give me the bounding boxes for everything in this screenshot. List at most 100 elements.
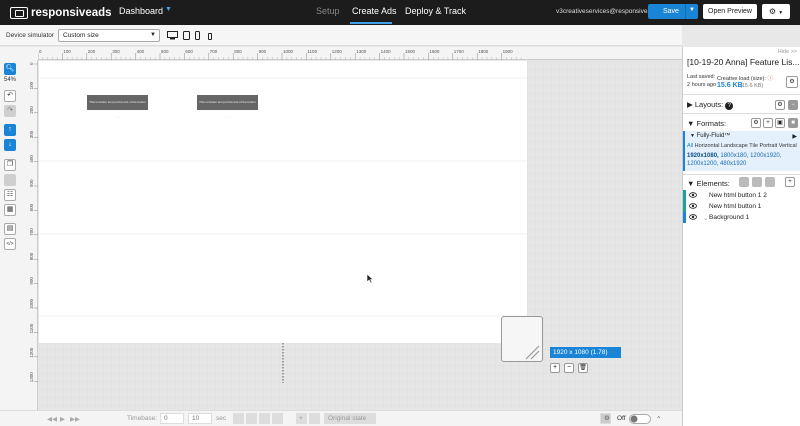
delete-element-button[interactable] xyxy=(765,177,775,187)
format-size-active[interactable]: 1920x1080, xyxy=(687,153,719,159)
timeline-settings-button[interactable]: ⚙ xyxy=(600,413,611,424)
keyframe-button[interactable] xyxy=(246,413,257,424)
layers-button[interactable]: ▤ xyxy=(4,223,16,235)
html-button-element[interactable]: This is button text put the text of the … xyxy=(87,95,148,119)
format-tab-others[interactable]: Horizontal Landscape Tile Portrait Verti… xyxy=(695,143,797,149)
folder-elements-button[interactable] xyxy=(752,177,762,187)
add-element-button[interactable]: + xyxy=(785,177,795,187)
save-icon: ▣ xyxy=(777,120,783,126)
add-format-button[interactable]: + xyxy=(763,118,773,128)
save-format-button[interactable]: ▣ xyxy=(775,118,785,128)
elements-header[interactable]: ▼ Elements: xyxy=(687,179,730,188)
info-icon[interactable]: ⓘ xyxy=(767,76,773,82)
move-up-button[interactable]: ↑ xyxy=(4,124,16,136)
play-icon[interactable]: ▶ xyxy=(60,415,65,423)
ruler-tick-label: 0 xyxy=(39,49,42,54)
settings-gear-button[interactable]: ⚙ ▼ xyxy=(762,4,790,19)
paste-button[interactable] xyxy=(4,174,16,186)
hierarchy-button[interactable]: ☷ xyxy=(4,189,16,201)
ruler-tick-label: 400 xyxy=(30,155,34,163)
device-size-value: Custom size xyxy=(63,32,99,39)
skip-forward-icon[interactable]: ▶▶ xyxy=(70,415,80,423)
layouts-collapse-button[interactable]: − xyxy=(788,100,798,110)
element-expand-icon[interactable]: ⌄ xyxy=(703,214,708,222)
ruler-tick-label: 700 xyxy=(210,49,218,54)
device-simulator-label: Device simulator xyxy=(6,32,55,39)
dashboard-menu[interactable]: Dashboard xyxy=(119,6,163,16)
dashboard-caret-icon[interactable]: ▼ xyxy=(165,6,172,13)
format-name: ▼ Fully-Fluid™ xyxy=(690,133,730,139)
mobile-small-icon[interactable] xyxy=(208,33,212,40)
undo-button[interactable]: ↶ xyxy=(4,90,16,102)
copy-button[interactable]: ❐ xyxy=(4,159,16,171)
html-button-element[interactable]: This is button text put the text of the … xyxy=(197,95,258,119)
eye-icon[interactable] xyxy=(689,214,697,220)
desktop-icon[interactable] xyxy=(167,31,178,40)
arrow-up-icon: ↑ xyxy=(8,126,12,133)
tab-deploy-track[interactable]: Deploy & Track xyxy=(405,6,466,16)
help-icon[interactable]: ? xyxy=(725,102,734,110)
code-button[interactable]: </> xyxy=(4,238,16,250)
design-canvas[interactable]: This is button text put the text of the … xyxy=(39,61,682,410)
timeline-toggle-switch[interactable] xyxy=(629,414,651,424)
keyframe-button[interactable] xyxy=(233,413,244,424)
ruler-tick-label: 300 xyxy=(112,49,120,54)
delete-format-button[interactable]: ■ xyxy=(788,118,798,128)
add-size-button[interactable]: + xyxy=(550,363,560,373)
artboard-resize-handle[interactable] xyxy=(501,316,543,362)
formats-header[interactable]: ▼ Formats: xyxy=(687,119,726,128)
format-expand-caret-icon[interactable]: ▶ xyxy=(792,133,797,140)
element-row[interactable]: New html button 1 xyxy=(683,201,800,212)
element-row[interactable]: New html button 1 2 xyxy=(683,190,800,201)
remove-size-button[interactable]: − xyxy=(564,363,574,373)
add-keyframe-button[interactable]: + xyxy=(296,413,307,424)
format-orientation-tabs[interactable]: All Horizontal Landscape Tile Portrait V… xyxy=(687,143,797,149)
tablet-icon[interactable] xyxy=(183,31,190,40)
keyframe-button[interactable] xyxy=(259,413,270,424)
format-item-fully-fluid[interactable]: ▼ Fully-Fluid™ ▶ All Horizontal Landscap… xyxy=(683,131,800,171)
user-email[interactable]: v3creativeservices@responsivea... xyxy=(556,8,657,15)
element-color-bar xyxy=(683,201,686,212)
ruler-tick-label: 800 xyxy=(234,49,242,54)
timeline-end-input[interactable]: 10 xyxy=(188,413,212,424)
element-color-bar xyxy=(683,190,686,201)
arrow-down-icon: ↓ xyxy=(8,141,12,148)
formats-settings-button[interactable]: ⚙ xyxy=(751,118,761,128)
format-tab-all[interactable]: All xyxy=(687,143,693,149)
eye-icon[interactable] xyxy=(689,192,697,198)
open-preview-button[interactable]: Open Preview xyxy=(703,4,757,19)
eye-icon[interactable] xyxy=(689,203,697,209)
copy-icon: ❐ xyxy=(6,161,14,168)
tab-create-ads[interactable]: Create Ads xyxy=(352,6,397,16)
tab-setup[interactable]: Setup xyxy=(316,6,340,16)
responsiveads-logo[interactable]: responsive ads xyxy=(10,5,112,20)
save-button-label: Save xyxy=(663,8,679,15)
move-down-button[interactable]: ↓ xyxy=(4,139,16,151)
hide-panel-link[interactable]: Hide >> xyxy=(778,49,797,55)
element-row[interactable]: ⌄ Background 1 xyxy=(683,212,800,223)
skip-back-icon[interactable]: ◀◀ xyxy=(47,415,57,423)
collapse-timeline-icon[interactable]: ⌃ xyxy=(656,415,661,423)
original-state-button[interactable]: Original state xyxy=(324,413,376,424)
layouts-settings-button[interactable]: ⚙ xyxy=(775,100,785,110)
group-elements-button[interactable] xyxy=(739,177,749,187)
device-size-select[interactable]: Custom size ▼ xyxy=(58,29,160,42)
delete-size-button[interactable]: 🗑︎ xyxy=(578,363,588,373)
active-tab-indicator xyxy=(350,22,392,24)
center-guide-line xyxy=(282,343,284,383)
panel-divider xyxy=(683,113,800,114)
keyframe-button[interactable] xyxy=(309,413,320,424)
ad-settings-button[interactable]: ⚙ xyxy=(786,76,798,88)
grid-button[interactable]: ▦ xyxy=(4,204,16,216)
layouts-header[interactable]: ▶ Layouts: ? xyxy=(687,100,734,110)
redo-button[interactable]: ↷ xyxy=(4,105,16,117)
artboard[interactable]: This is button text put the text of the … xyxy=(39,61,527,343)
ruler-tick-label: 1400 xyxy=(381,49,392,54)
timeline-start-input[interactable]: 0 xyxy=(160,413,184,424)
mobile-portrait-icon[interactable] xyxy=(195,31,200,40)
zoom-button[interactable]: 🔍︎ xyxy=(4,63,16,75)
save-dropdown-caret-icon[interactable]: ▼ xyxy=(689,7,695,13)
keyframe-button[interactable] xyxy=(272,413,283,424)
ruler-tick-label: 900 xyxy=(259,49,267,54)
save-button[interactable]: Save ▼ xyxy=(648,4,698,19)
